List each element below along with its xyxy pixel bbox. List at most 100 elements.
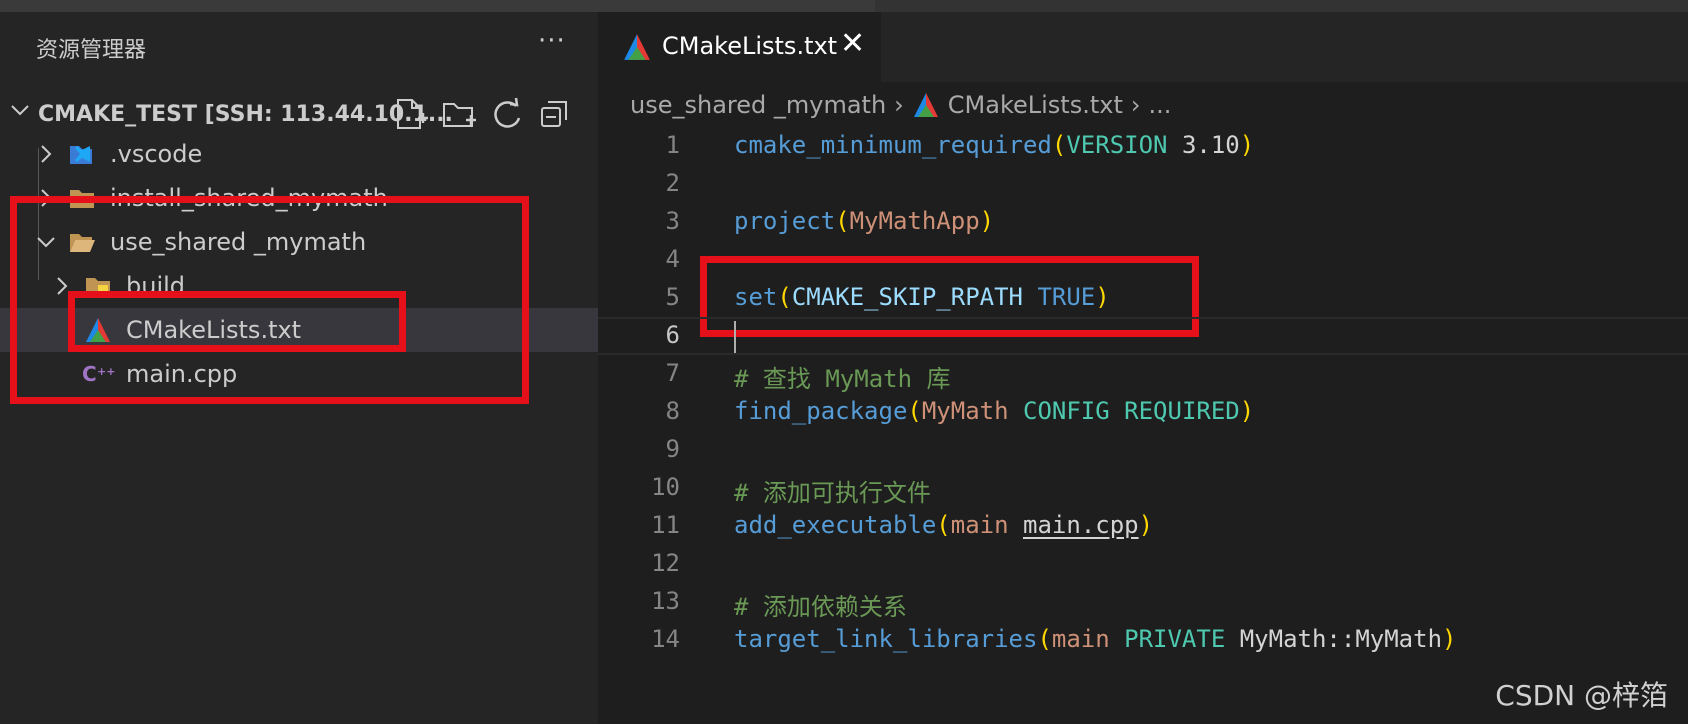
tab-label: CMakeLists.txt — [662, 32, 838, 60]
code-line: 10 # 添加可执行文件 — [598, 469, 1688, 507]
explorer-sidebar: 资源管理器 ··· CMAKE_TEST [SSH: 113.44.10.1..… — [0, 12, 598, 724]
code-keyword: VERSION — [1066, 131, 1168, 159]
line-number: 13 — [651, 587, 680, 615]
code-argument: MyMathApp — [849, 207, 980, 235]
line-number: 7 — [665, 359, 680, 387]
project-header[interactable]: CMAKE_TEST [SSH: 113.44.10.1... — [0, 92, 598, 136]
code-comment: # 查找 MyMath 库 — [734, 365, 951, 393]
code-text: add_executable(main main.cpp) — [734, 511, 1153, 539]
tree-item-vscode[interactable]: .vscode — [0, 132, 598, 176]
code-paren: ) — [1239, 131, 1255, 159]
code-function: target_link_libraries — [734, 625, 1038, 653]
code-paren: ) — [1095, 283, 1110, 311]
line-number: 5 — [665, 283, 680, 311]
code-paren: ( — [936, 511, 951, 539]
window-top-strip — [0, 0, 1688, 12]
code-keyword: TRUE — [1023, 283, 1096, 311]
breadcrumb-file[interactable]: CMakeLists.txt — [948, 91, 1123, 119]
tab-cmakelists[interactable]: CMakeLists.txt ✕ — [598, 12, 881, 82]
tree-item-main-cpp[interactable]: C ++ main.cpp — [0, 352, 598, 396]
breadcrumb: use_shared _mymath › CMakeLists.txt › ..… — [630, 88, 1171, 122]
tree-item-cmakelists[interactable]: CMakeLists.txt — [0, 308, 598, 352]
cmake-icon — [624, 34, 650, 60]
code-line: 2 — [598, 165, 1688, 203]
folder-open-icon — [70, 234, 95, 252]
line-number: 8 — [665, 397, 680, 425]
tree-item-label: install_shared_mymath — [110, 184, 388, 212]
code-comment: # 添加依赖关系 — [734, 593, 907, 621]
watermark: CSDN @梓箔 — [1495, 679, 1668, 712]
code-function: set — [734, 283, 778, 311]
vscode-folder-icon — [70, 146, 92, 164]
build-folder-icon — [86, 278, 110, 296]
code-paren: ( — [1037, 625, 1052, 653]
chevron-right-icon[interactable] — [50, 274, 74, 298]
close-icon[interactable]: ✕ — [840, 26, 865, 61]
top-strip-highlight — [875, 0, 1688, 12]
tree-item-use-shared-mymath[interactable]: use_shared _mymath — [0, 220, 598, 264]
chevron-right-icon[interactable] — [34, 186, 58, 210]
tree-item-label: build — [126, 272, 186, 300]
project-name: CMAKE_TEST [SSH: 113.44.10.1... — [38, 102, 453, 127]
tree-item-build[interactable]: build — [0, 264, 598, 308]
code-line: 9 — [598, 431, 1688, 469]
code-paren: ) — [1239, 397, 1255, 425]
explorer-title: 资源管理器 — [36, 38, 147, 63]
chevron-right-icon: › — [894, 91, 904, 119]
chevron-right-icon[interactable] — [34, 142, 58, 166]
code-function: add_executable — [734, 511, 937, 539]
line-number: 12 — [651, 549, 680, 577]
chevron-down-icon[interactable] — [8, 98, 32, 122]
code-paren: ( — [835, 207, 850, 235]
line-number: 6 — [665, 321, 680, 349]
code-line: 13 # 添加依赖关系 — [598, 583, 1688, 621]
code-editor[interactable]: 1 cmake_minimum_required(VERSION 3.10) 2… — [598, 127, 1688, 659]
code-line: 14 target_link_libraries(main PRIVATE My… — [598, 621, 1688, 659]
code-keyword: CONFIG REQUIRED — [1008, 397, 1240, 425]
code-line: 5 set(CMAKE_SKIP_RPATH TRUE) — [598, 279, 1688, 317]
breadcrumb-folder[interactable]: use_shared _mymath — [630, 91, 886, 119]
svg-text:C: C — [82, 362, 97, 386]
chevron-down-icon[interactable] — [34, 230, 58, 254]
more-actions-icon[interactable]: ··· — [538, 26, 566, 56]
tree-item-label: .vscode — [110, 140, 203, 168]
code-line-current: 6 — [598, 317, 1688, 355]
code-text: cmake_minimum_required(VERSION 3.10) — [734, 131, 1254, 159]
cmake-icon — [913, 93, 938, 117]
code-paren: ) — [1442, 625, 1457, 653]
code-source-file[interactable]: main.cpp — [1023, 511, 1139, 539]
code-function: project — [734, 207, 836, 235]
code-text: set(CMAKE_SKIP_RPATH TRUE) — [734, 283, 1110, 311]
line-number: 1 — [665, 131, 680, 159]
line-number: 3 — [665, 207, 680, 235]
line-number: 11 — [651, 511, 680, 539]
folder-icon — [70, 190, 94, 208]
code-argument: main — [1051, 625, 1110, 653]
new-file-icon[interactable] — [392, 96, 430, 132]
code-paren: ( — [777, 283, 792, 311]
line-number: 10 — [651, 473, 680, 501]
code-keyword: PRIVATE — [1109, 625, 1226, 653]
code-line: 11 add_executable(main main.cpp) — [598, 507, 1688, 545]
code-argument: MyMath — [921, 397, 1009, 425]
cpp-file-icon: C ++ — [82, 362, 115, 386]
code-number: 3.10 — [1167, 131, 1240, 159]
line-number: 4 — [665, 245, 680, 273]
new-folder-icon[interactable] — [440, 96, 478, 132]
code-argument: main — [950, 511, 1009, 539]
code-paren: ) — [979, 207, 995, 235]
breadcrumb-more[interactable]: ... — [1148, 91, 1171, 119]
code-line: 3 project(MyMathApp) — [598, 203, 1688, 241]
code-function: find_package — [734, 397, 908, 425]
code-paren: ( — [1051, 131, 1067, 159]
line-number: 2 — [665, 169, 680, 197]
tree-item-install-shared-mymath[interactable]: install_shared_mymath — [0, 176, 598, 220]
file-tree: .vscode install_shared_mymath use_shared… — [0, 132, 598, 396]
code-function: cmake_minimum_required — [734, 131, 1052, 159]
code-line: 8 find_package(MyMath CONFIG REQUIRED) — [598, 393, 1688, 431]
collapse-all-icon[interactable] — [536, 96, 574, 132]
refresh-icon[interactable] — [488, 96, 526, 132]
code-paren: ( — [907, 397, 922, 425]
line-number: 9 — [665, 435, 680, 463]
line-number: 14 — [651, 625, 680, 653]
